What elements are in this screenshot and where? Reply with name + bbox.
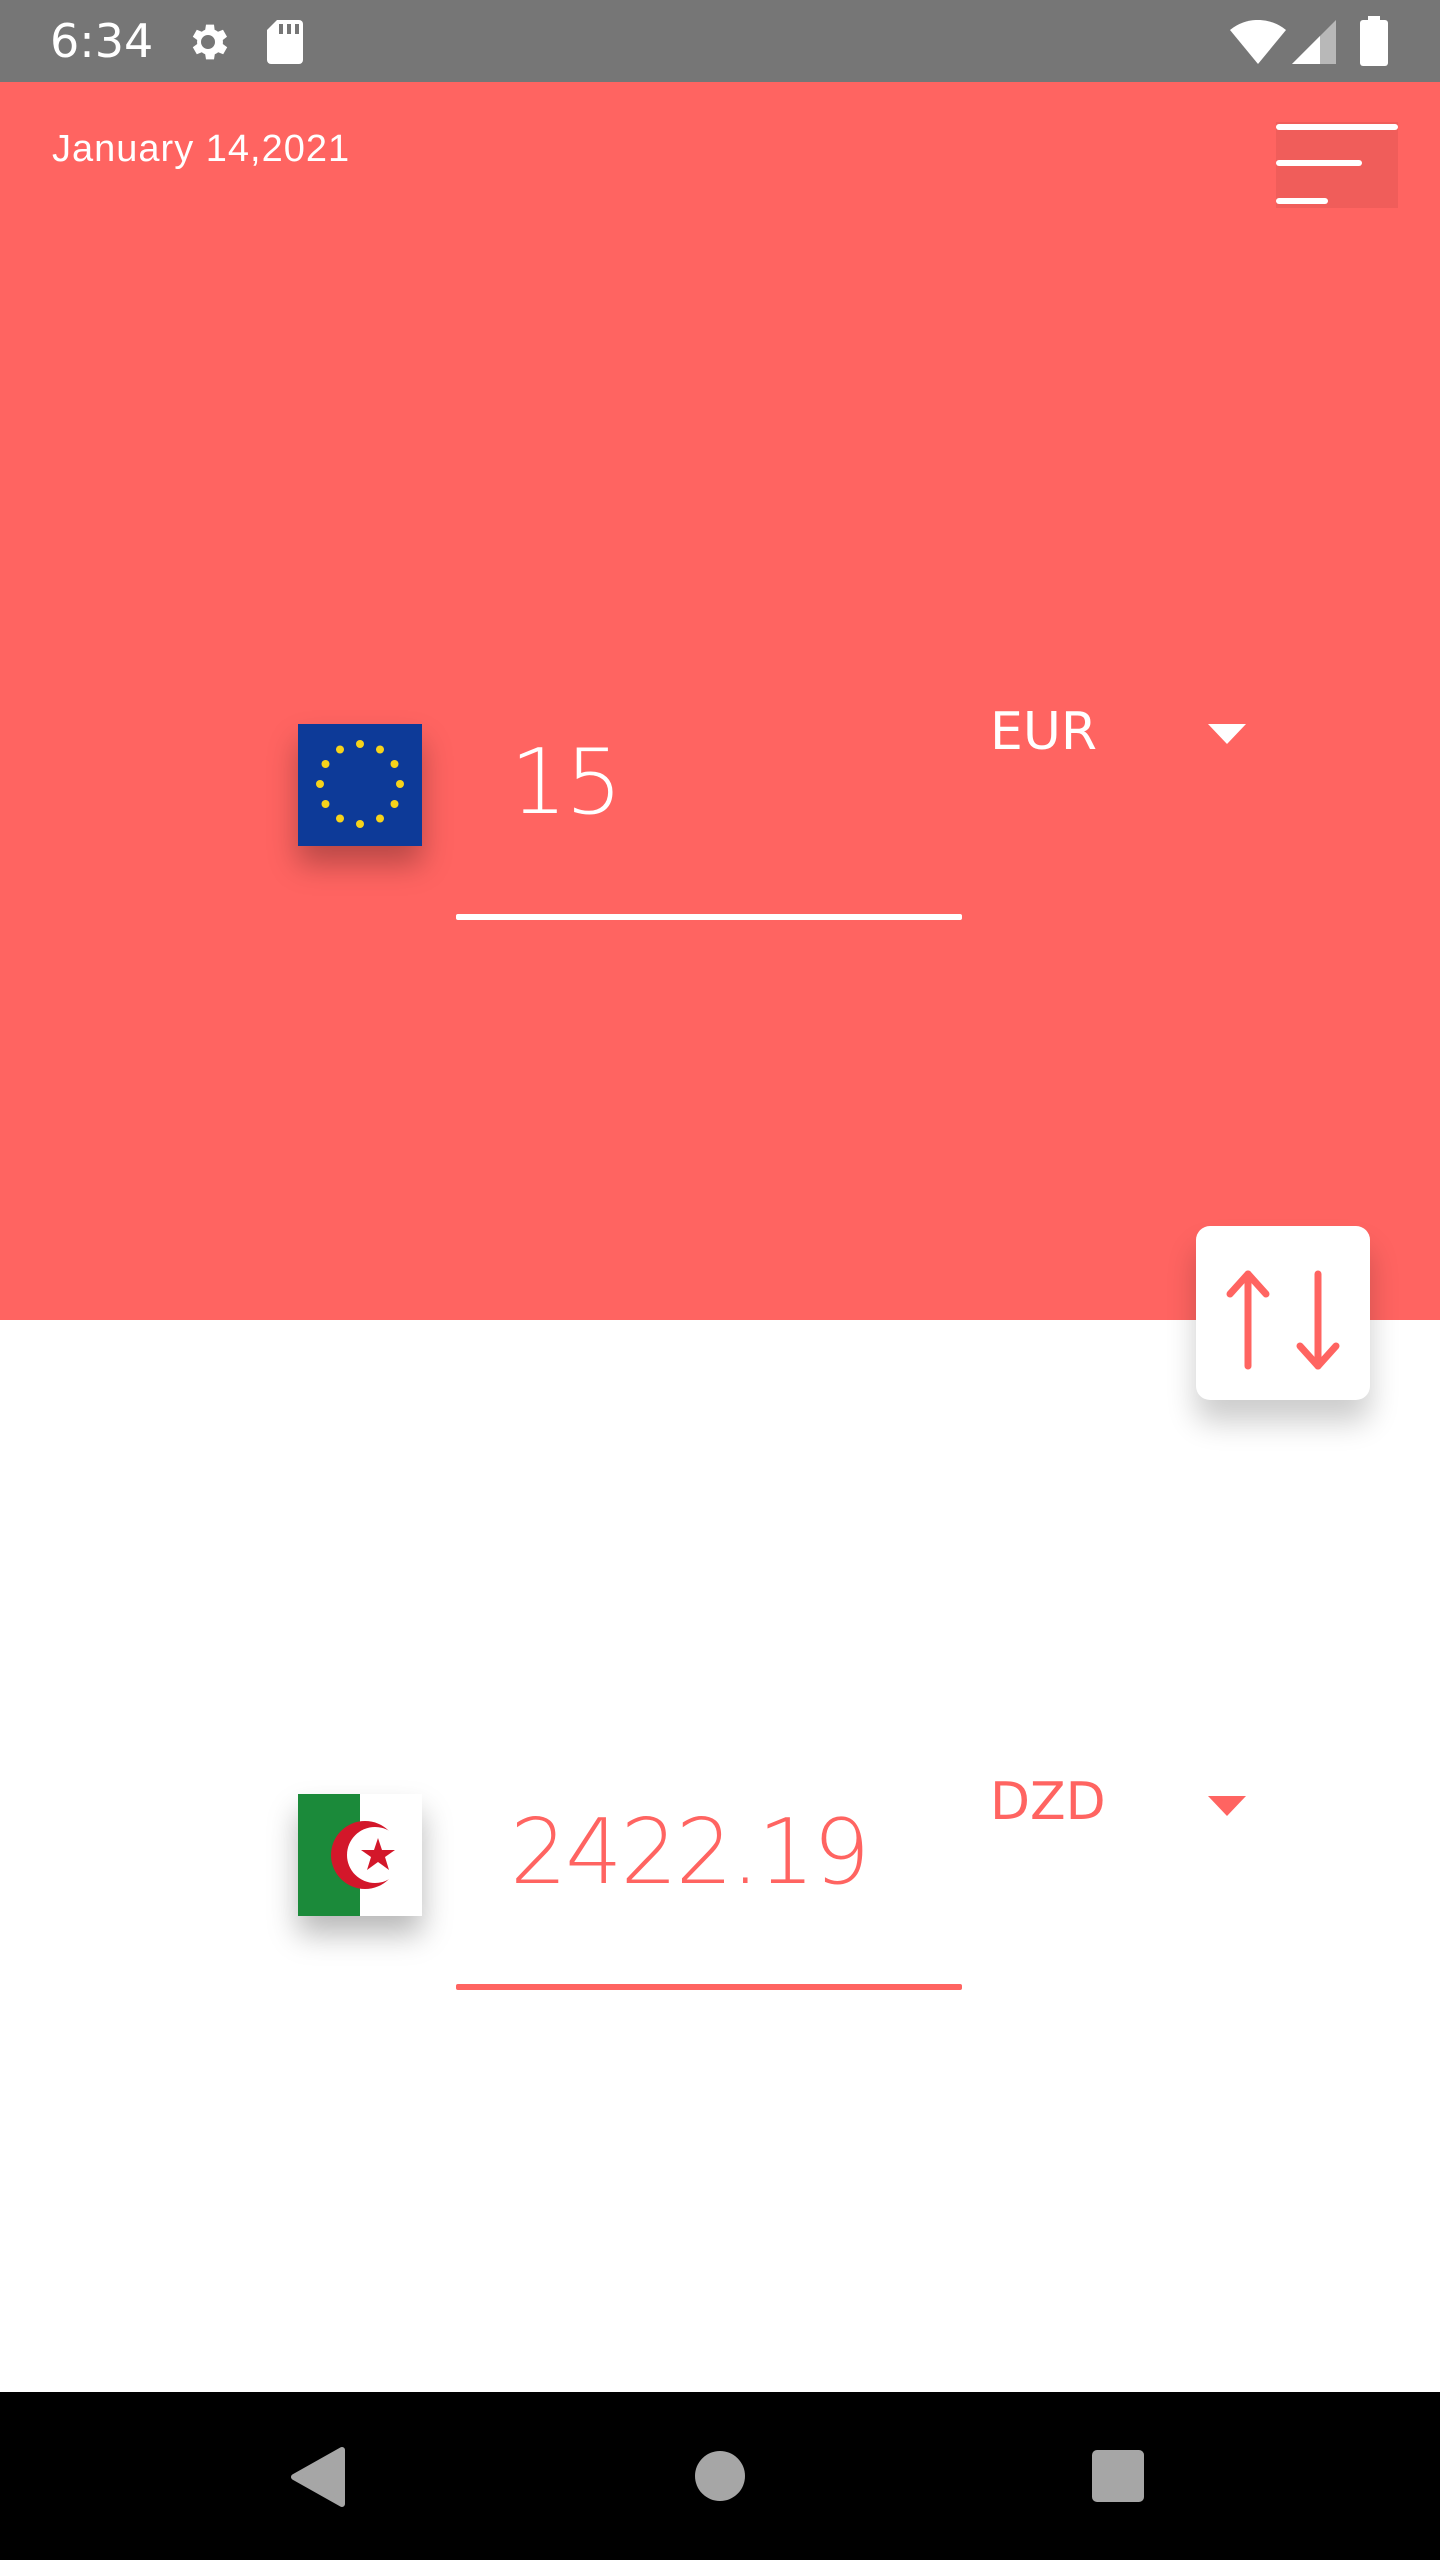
status-bar: 6:34 bbox=[0, 0, 1440, 82]
algeria-flag-icon bbox=[298, 1794, 422, 1916]
date-label: January 14,2021 bbox=[52, 128, 351, 170]
status-time: 6:34 bbox=[50, 14, 154, 68]
back-icon[interactable] bbox=[290, 2446, 346, 2508]
battery-icon bbox=[1360, 16, 1388, 66]
sd-card-icon bbox=[267, 20, 303, 64]
signal-icon bbox=[1292, 20, 1336, 64]
home-icon[interactable] bbox=[694, 2450, 746, 2502]
wifi-icon bbox=[1230, 20, 1286, 64]
gear-icon bbox=[192, 24, 228, 60]
swap-button[interactable] bbox=[1196, 1226, 1370, 1400]
to-amount-underline bbox=[456, 1984, 962, 1990]
recents-icon[interactable] bbox=[1092, 2450, 1144, 2502]
from-currency-select[interactable]: EUR bbox=[990, 702, 1097, 762]
from-panel bbox=[0, 82, 1440, 1320]
to-chevron-down-icon[interactable] bbox=[1208, 1796, 1246, 1816]
eu-flag-icon bbox=[298, 724, 422, 846]
nav-bar bbox=[0, 2392, 1440, 2560]
from-chevron-down-icon[interactable] bbox=[1208, 724, 1246, 744]
swap-arrows-icon bbox=[1226, 1270, 1340, 1370]
from-amount-underline bbox=[456, 914, 962, 920]
hamburger-menu-icon[interactable] bbox=[1276, 122, 1398, 208]
to-amount-input[interactable]: 2422.19 bbox=[510, 1800, 870, 1905]
to-currency-select[interactable]: DZD bbox=[990, 1772, 1106, 1832]
from-amount-input[interactable]: 15 bbox=[510, 730, 623, 835]
